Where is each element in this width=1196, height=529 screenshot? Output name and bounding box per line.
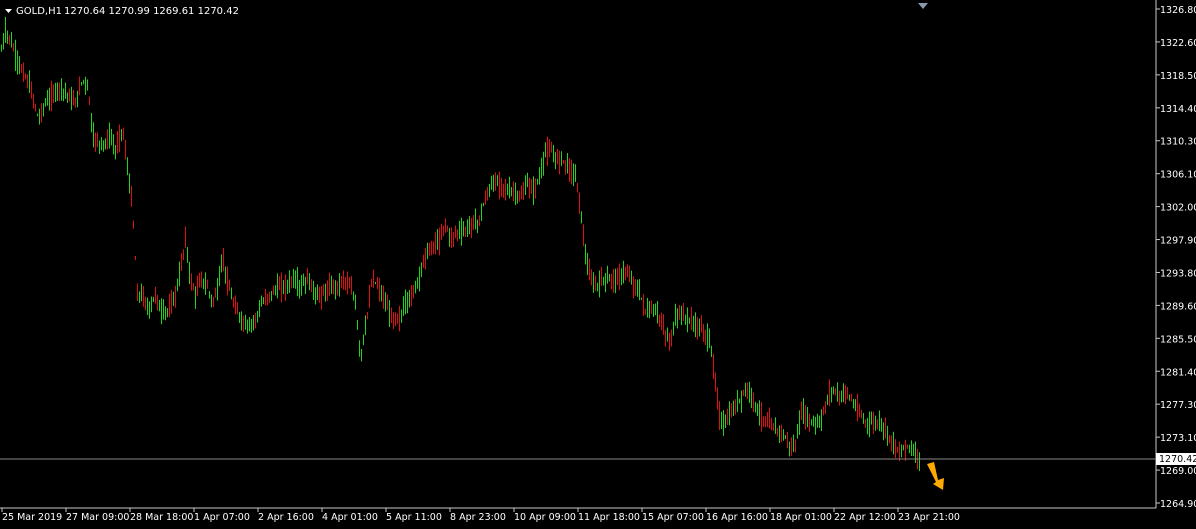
x-tick-label: 10 Apr 09:00 bbox=[514, 512, 576, 523]
x-tick-label: 8 Apr 23:00 bbox=[450, 512, 506, 523]
y-tick-label: 1318.50 bbox=[1160, 71, 1196, 82]
y-tick-label: 1306.10 bbox=[1160, 170, 1196, 181]
x-tick-label: 18 Apr 01:00 bbox=[770, 512, 832, 523]
x-tick-label: 27 Mar 09:00 bbox=[66, 512, 129, 523]
y-tick-label: 1326.80 bbox=[1160, 5, 1196, 16]
x-tick-label: 15 Apr 07:00 bbox=[642, 512, 704, 523]
x-tick-label: 28 Mar 18:00 bbox=[130, 512, 193, 523]
y-tick-label: 1277.30 bbox=[1160, 400, 1196, 411]
x-tick-label: 2 Apr 16:00 bbox=[258, 512, 314, 523]
x-tick-label: 25 Mar 2019 bbox=[2, 512, 62, 523]
y-tick-label: 1314.40 bbox=[1160, 104, 1196, 115]
y-tick-label: 1310.30 bbox=[1160, 137, 1196, 148]
price-chart[interactable]: 1326.80 1322.60 1318.50 1314.40 1310.30 1306.… bbox=[0, 0, 1196, 529]
symbol-label: GOLD,H1 bbox=[16, 6, 62, 17]
y-tick-label: 1264.90 bbox=[1160, 499, 1196, 510]
y-tick-label: 1289.60 bbox=[1160, 301, 1196, 312]
ohlc-values: 1270.64 1270.99 1269.61 1270.42 bbox=[64, 6, 239, 17]
x-tick-label: 23 Apr 21:00 bbox=[898, 512, 960, 523]
y-tick-label: 1269.00 bbox=[1160, 466, 1196, 477]
x-tick-label: 16 Apr 16:00 bbox=[706, 512, 768, 523]
x-tick-label: 1 Apr 07:00 bbox=[194, 512, 250, 523]
y-tick-label: 1297.90 bbox=[1160, 236, 1196, 247]
y-tick-label: 1285.50 bbox=[1160, 334, 1196, 345]
x-tick-label: 4 Apr 01:00 bbox=[322, 512, 378, 523]
x-tick-label: 22 Apr 12:00 bbox=[834, 512, 896, 523]
y-tick-label: 1302.00 bbox=[1160, 203, 1196, 214]
x-tick-label: 5 Apr 11:00 bbox=[386, 512, 442, 523]
y-tick-label: 1273.10 bbox=[1160, 433, 1196, 444]
current-price-label: 1270.42 bbox=[1159, 454, 1196, 465]
y-tick-label: 1322.60 bbox=[1160, 38, 1196, 49]
y-tick-label: 1293.80 bbox=[1160, 268, 1196, 279]
y-tick-label: 1281.40 bbox=[1160, 367, 1196, 378]
x-tick-label: 11 Apr 18:00 bbox=[578, 512, 640, 523]
